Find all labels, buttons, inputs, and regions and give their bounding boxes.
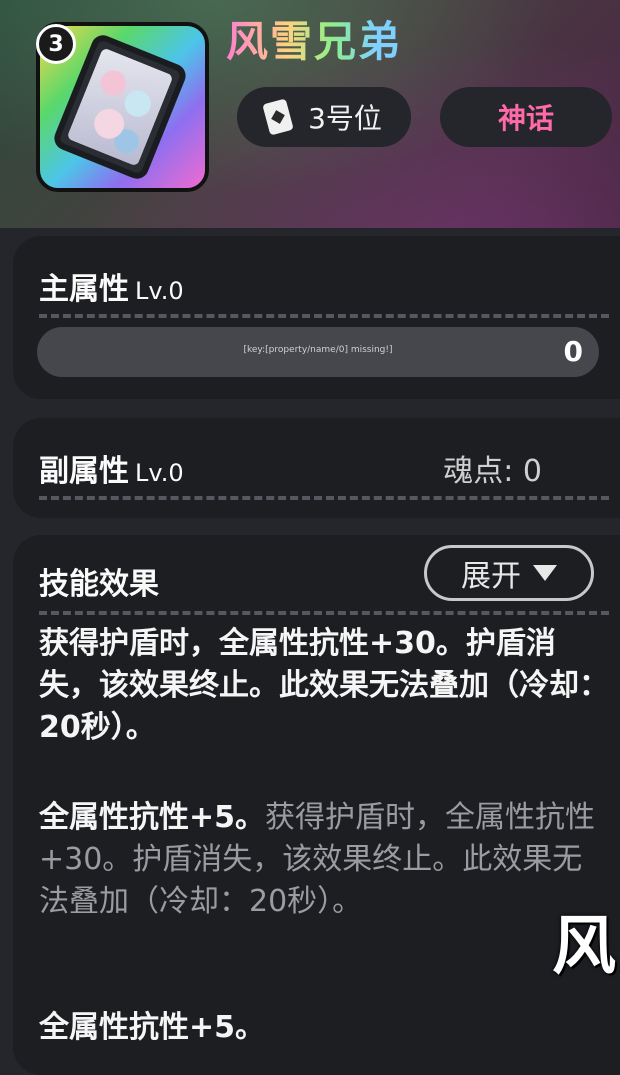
sub-attribute-title: 副属性 Lv.0 (39, 446, 184, 490)
divider (39, 611, 609, 615)
rarity-label: 神话 (497, 102, 554, 135)
soul-points: 魂点: 0 (443, 454, 542, 489)
divider (39, 314, 609, 318)
expand-button[interactable]: 展开 (424, 545, 594, 601)
watermark: 风 (552, 910, 616, 984)
level-badge: 3 (36, 24, 76, 64)
skill-title: 技能效果 (39, 567, 159, 602)
main-attribute-bar-value: 0 (563, 335, 583, 368)
sub-attribute-label: 副属性 (39, 454, 129, 489)
main-attribute-title: 主属性 Lv.0 (39, 264, 184, 308)
skill-effect-2-active: 全属性抗性+5。 (39, 800, 266, 835)
chevron-down-icon (533, 565, 557, 581)
skill-effect-1: 获得护盾时，全属性抗性+30。护盾消失，该效果终止。此效果无法叠加（冷却：20秒… (39, 626, 609, 745)
main-attribute-bar: [key:[property/name/0] missing!] 0 (37, 327, 599, 377)
main-attribute-label: 主属性 (39, 272, 129, 307)
slot-label: 3号位 (308, 102, 382, 135)
rarity-pill: 神话 (440, 87, 612, 147)
slot-pill: 3号位 (237, 87, 411, 147)
main-attribute-bar-label: [key:[property/name/0] missing!] (243, 345, 393, 355)
sub-attribute-panel: 副属性 Lv.0 魂点: 0 (13, 418, 620, 518)
skill-effect-3: 全属性抗性+5。 (39, 1010, 266, 1045)
card-icon (262, 98, 294, 136)
expand-label: 展开 (461, 559, 521, 594)
divider (39, 496, 609, 500)
skill-effect-2: 全属性抗性+5。获得护盾时，全属性抗性+30。护盾消失，该效果终止。此效果无法叠… (39, 797, 611, 923)
card-art (66, 47, 174, 167)
main-attribute-level: Lv.0 (135, 277, 184, 305)
sub-attribute-level: Lv.0 (135, 459, 184, 487)
item-title: 风雪兄弟 (226, 8, 402, 69)
skill-panel: 技能效果 展开 获得护盾时，全属性抗性+30。护盾消失，该效果终止。此效果无法叠… (13, 535, 620, 1075)
main-attribute-panel: 主属性 Lv.0 [key:[property/name/0] missing!]… (13, 236, 620, 399)
